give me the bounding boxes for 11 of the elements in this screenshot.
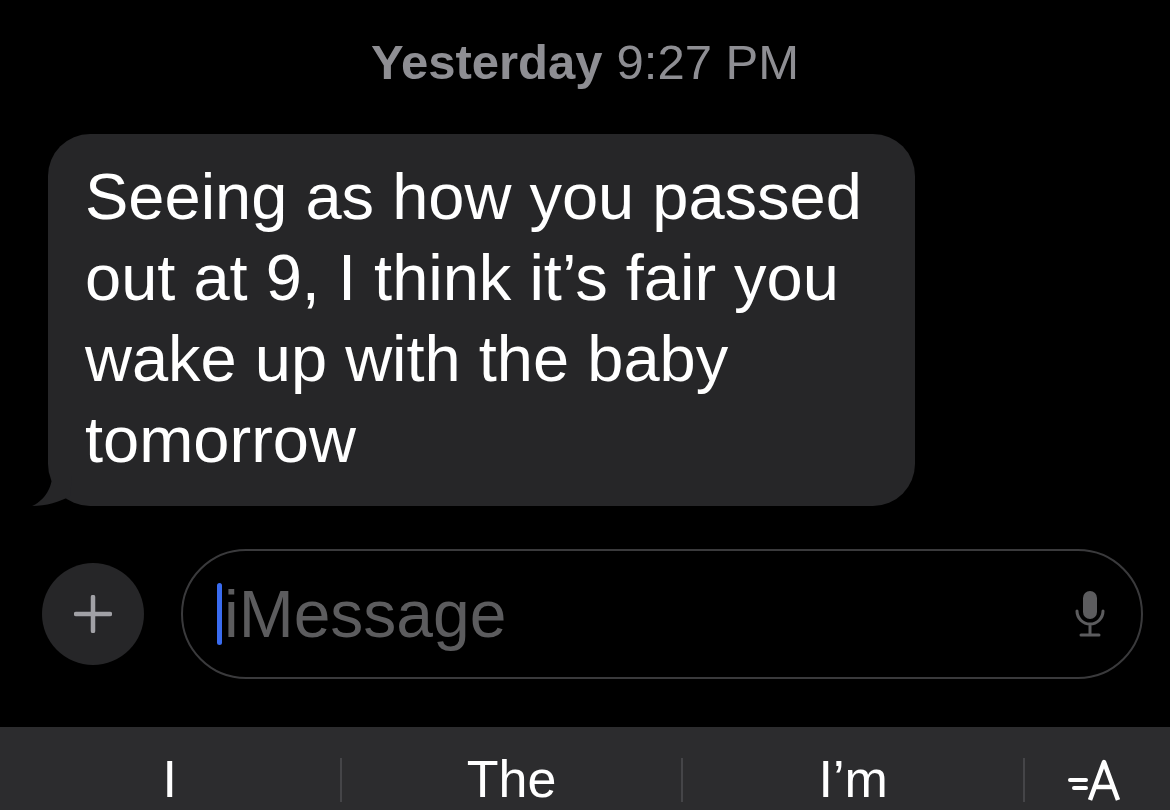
plus-icon [74, 595, 112, 633]
timestamp-time: 9:27 PM [616, 34, 799, 91]
text-cursor [217, 583, 222, 645]
suggestion[interactable]: I [142, 750, 198, 808]
message-text: Seeing as how you passed out at 9, I think it’s fair you wake up with the baby tomorrow [85, 159, 863, 478]
microphone-icon[interactable] [1073, 589, 1107, 639]
suggestion[interactable]: The [446, 750, 577, 808]
suggestion[interactable]: I’m [798, 750, 908, 808]
message-field[interactable]: iMessage [181, 549, 1143, 679]
timestamp-day: Yesterday [370, 34, 603, 94]
message-input[interactable]: iMessage [222, 576, 1073, 652]
